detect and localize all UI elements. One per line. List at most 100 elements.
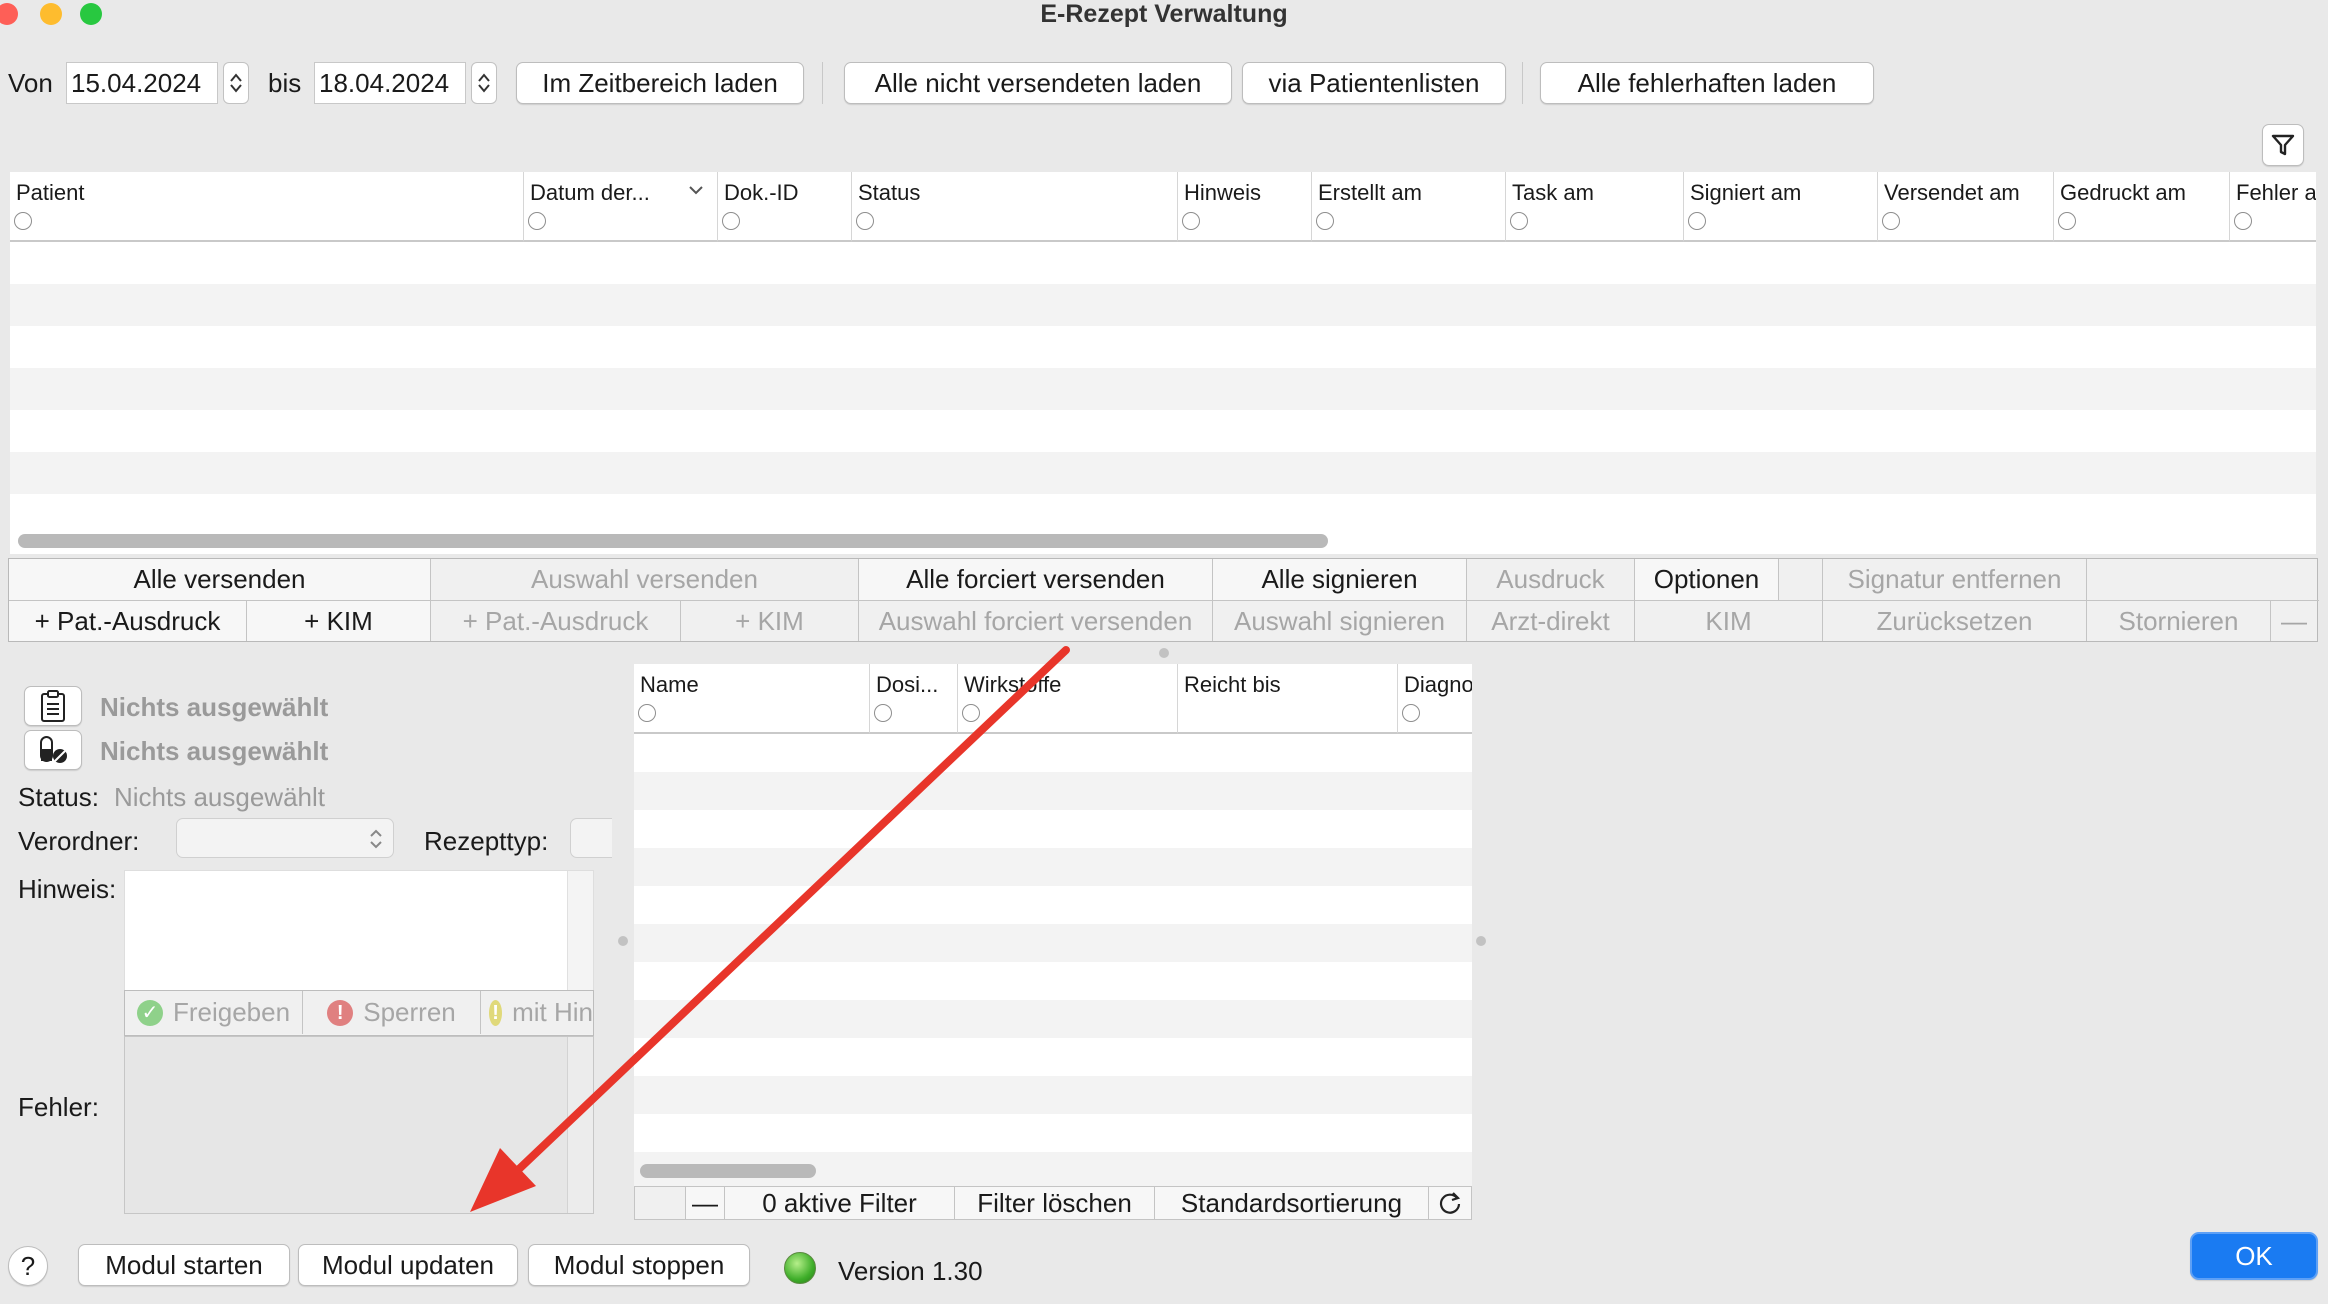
column-filter-radio[interactable] [14,212,32,230]
hinweis-textarea[interactable] [124,870,594,994]
load-unsent-button[interactable]: Alle nicht versendeten laden [844,62,1232,104]
column-header-hinweis[interactable]: Hinweis [1178,172,1312,242]
von-date-stepper[interactable] [223,62,249,104]
table-row[interactable] [634,1076,1472,1114]
toolbar-divider [822,62,823,104]
column-header-dok-id[interactable]: Dok.-ID [718,172,852,242]
column-header-task[interactable]: Task am [1506,172,1684,242]
update-module-button[interactable]: Modul updaten [298,1244,518,1286]
column-header-erstellt[interactable]: Erstellt am [1312,172,1506,242]
column-filter-radio[interactable] [1182,212,1200,230]
medication-table[interactable]: Name Dosi... Wirkstoffe Reicht bis Diagn… [634,664,1472,1220]
column-filter-radio[interactable] [874,704,892,722]
table-row[interactable] [10,284,2316,326]
column-filter-radio[interactable] [722,212,740,230]
column-header-versendet[interactable]: Versendet am [1878,172,2054,242]
send-all-button[interactable]: Alle versenden [9,559,431,600]
horizontal-scrollbar[interactable] [18,534,1328,548]
remove-signature-button[interactable]: Signatur entfernen [1823,559,2087,600]
default-sort-button[interactable]: Standardsortierung [1155,1187,1429,1219]
table-row[interactable] [10,368,2316,410]
help-button[interactable]: ? [8,1246,48,1286]
column-filter-radio[interactable] [1510,212,1528,230]
table-row[interactable] [10,452,2316,494]
selection-pat-printout-button[interactable]: + Pat.-Ausdruck [431,601,681,641]
start-module-button[interactable]: Modul starten [78,1244,290,1286]
split-handle[interactable] [1476,936,1486,946]
chevron-up-icon [230,73,242,82]
column-filter-radio[interactable] [1402,704,1420,722]
remove-filter-button[interactable]: — [685,1187,725,1219]
column-filter-radio[interactable] [528,212,546,230]
column-header-patient[interactable]: Patient [10,172,524,242]
column-filter-radio[interactable] [638,704,656,722]
error-textarea[interactable] [124,1036,594,1214]
column-header-name[interactable]: Name [634,664,870,734]
ok-button[interactable]: OK [2190,1232,2318,1280]
medication-icon-button[interactable] [24,730,82,770]
rezepttyp-select[interactable] [570,818,612,858]
stop-module-button[interactable]: Modul stoppen [528,1244,750,1286]
column-header-signiert[interactable]: Signiert am [1684,172,1878,242]
column-header-reicht-bis[interactable]: Reicht bis [1178,664,1398,734]
load-patientlists-button[interactable]: via Patientenlisten [1242,62,1506,104]
refresh-button[interactable] [1429,1187,1471,1219]
empty-cell [2087,559,2317,600]
approve-button[interactable]: ✓ Freigeben [125,991,303,1034]
load-timerange-button[interactable]: Im Zeitbereich laden [516,62,804,104]
column-filter-radio[interactable] [2058,212,2076,230]
column-header-diagnose[interactable]: Diagno [1398,664,1472,734]
send-all-pat-printout-button[interactable]: + Pat.-Ausdruck [9,601,247,641]
horizontal-scrollbar[interactable] [640,1164,816,1178]
textarea-scrollbar[interactable] [567,871,593,993]
prescription-table[interactable]: Patient Datum der... Dok.-ID Status Hinw… [10,172,2316,554]
with-note-button[interactable]: ! mit Hin [481,991,593,1034]
table-row[interactable] [634,772,1472,810]
prescription-icon-button[interactable] [24,686,82,726]
sign-selection-button[interactable]: Auswahl signieren [1213,601,1467,641]
split-handle[interactable] [618,936,628,946]
von-date-field[interactable]: 15.04.2024 [66,62,218,104]
clear-filter-button[interactable]: Filter löschen [955,1187,1155,1219]
split-handle[interactable] [1159,648,1169,658]
table-row[interactable] [634,1000,1472,1038]
column-header-gedruckt[interactable]: Gedruckt am [2054,172,2230,242]
doctor-direct-button[interactable]: Arzt-direkt [1467,601,1635,641]
filter-button[interactable] [2262,124,2304,166]
reset-button[interactable]: Zurücksetzen [1823,601,2087,641]
column-header-fehler[interactable]: Fehler a [2230,172,2316,242]
column-header-status[interactable]: Status [852,172,1178,242]
column-filter-radio[interactable] [2234,212,2252,230]
bis-date-stepper[interactable] [471,62,497,104]
column-filter-radio[interactable] [856,212,874,230]
sign-all-button[interactable]: Alle signieren [1213,559,1467,600]
empty-cell [1779,559,1823,600]
refresh-icon [1439,1192,1461,1214]
verordner-select[interactable] [176,818,394,858]
collapse-button[interactable]: — [2271,601,2317,641]
options-button[interactable]: Optionen [1635,559,1779,600]
column-header-wirkstoffe[interactable]: Wirkstoffe [958,664,1178,734]
bis-date-field[interactable]: 18.04.2024 [314,62,466,104]
exclamation-red-icon: ! [327,999,354,1026]
printout-button[interactable]: Ausdruck [1467,559,1635,600]
send-all-kim-button[interactable]: + KIM [247,601,431,641]
column-filter-radio[interactable] [962,704,980,722]
selection-kim-button[interactable]: + KIM [681,601,859,641]
column-filter-radio[interactable] [1688,212,1706,230]
column-header-dosierung[interactable]: Dosi... [870,664,958,734]
send-selection-button[interactable]: Auswahl versenden [431,559,859,600]
column-filter-radio[interactable] [1316,212,1334,230]
table-row[interactable] [634,848,1472,886]
block-button[interactable]: ! Sperren [303,991,481,1034]
cancel-prescription-button[interactable]: Stornieren [2087,601,2271,641]
force-send-all-button[interactable]: Alle forciert versenden [859,559,1213,600]
hinweis-label: Hinweis: [18,874,117,904]
force-send-selection-button[interactable]: Auswahl forciert versenden [859,601,1213,641]
column-header-datum[interactable]: Datum der... [524,172,718,242]
table-row[interactable] [634,924,1472,962]
kim-button[interactable]: KIM [1635,601,1823,641]
error-scrollbar[interactable] [567,1037,593,1213]
load-faulty-button[interactable]: Alle fehlerhaften laden [1540,62,1874,104]
column-filter-radio[interactable] [1882,212,1900,230]
